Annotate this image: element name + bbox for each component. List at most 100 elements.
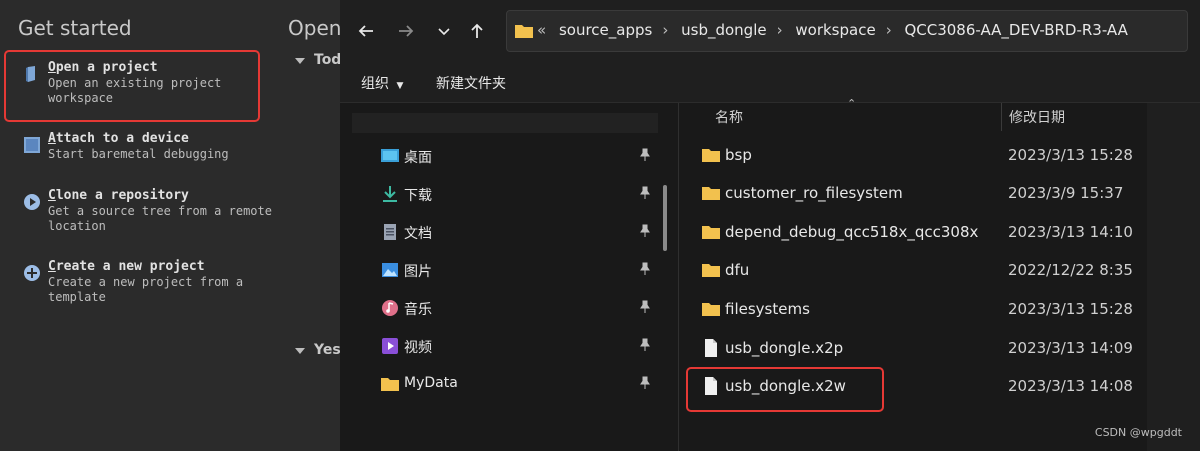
breadcrumb: « source_apps › usb_dongle › workspace › QC… (537, 21, 1136, 39)
chevron-down-icon (438, 28, 450, 36)
quick-access-label: MyData (404, 375, 458, 391)
file-row[interactable]: dfu 2022/12/22 8:35 (699, 256, 1139, 286)
folder-icon (702, 303, 720, 316)
quick-access-label: 下载 (404, 188, 432, 204)
quick-access-desktop[interactable]: 桌面 (380, 143, 660, 169)
collapse-today-icon[interactable] (295, 58, 305, 64)
clone-repository-desc: Get a source tree from a remote location (48, 204, 272, 233)
quick-access-downloads[interactable]: 下载 (380, 181, 660, 207)
file-row[interactable]: depend_debug_qcc518x_qcc308x 2023/3/13 1… (699, 218, 1139, 248)
file-explorer-dialog: « source_apps › usb_dongle › workspace › QC… (340, 0, 1200, 451)
section-today[interactable]: Tod (314, 52, 341, 68)
nav-pane-scrollbar[interactable] (663, 163, 667, 393)
clone-repository-title: Clone a repository (48, 188, 189, 203)
attach-device-title: Attach to a device (48, 131, 189, 146)
command-bar: 组织 ▼ 新建文件夹 (340, 62, 1200, 103)
create-project-desc: Create a new project from a template (48, 275, 244, 304)
collapse-yesterday-icon[interactable] (295, 348, 305, 354)
file-name: bsp (725, 146, 752, 164)
breadcrumb-separator-icon: › (885, 21, 892, 39)
open-recent-title: Open (288, 16, 342, 40)
section-yesterday[interactable]: Yes (314, 342, 341, 358)
desktop-icon (381, 149, 399, 162)
file-name: depend_debug_qcc518x_qcc308x (725, 223, 979, 241)
file-date: 2023/3/13 15:28 (1008, 146, 1133, 164)
pin-icon[interactable] (638, 300, 652, 314)
sort-ascending-icon: ⌃ (847, 97, 857, 110)
dropdown-arrow-icon: ▼ (396, 81, 404, 91)
create-project-action[interactable]: Create a new project Create a new projec… (22, 259, 322, 309)
file-list: ⌃ 名称 修改日期 bsp 2023/3/13 15:28 customer_r… (679, 97, 1147, 451)
file-row[interactable]: filesystems 2023/3/13 15:28 (699, 295, 1139, 325)
recent-locations-button[interactable] (431, 18, 457, 44)
open-project-highlight (4, 50, 260, 122)
navigation-pane: 桌面 下载 文档 图片 音乐 视频 MyData (340, 103, 678, 451)
create-project-title: Create a new project (48, 259, 205, 274)
video-icon (382, 338, 398, 354)
clone-icon (24, 194, 40, 210)
up-button[interactable] (464, 18, 490, 44)
breadcrumb-item[interactable]: usb_dongle (681, 21, 766, 39)
folder-icon (702, 226, 720, 239)
file-icon (705, 339, 717, 357)
breadcrumb-item[interactable]: QCC3086-AA_DEV-BRD-R3-AA (904, 21, 1127, 39)
right-scroll-area (1147, 103, 1200, 451)
folder-icon (515, 25, 533, 38)
pin-icon[interactable] (638, 148, 652, 162)
breadcrumb-separator-icon: › (662, 21, 669, 39)
file-date: 2023/3/13 15:28 (1008, 300, 1133, 318)
column-separator[interactable] (1001, 103, 1002, 131)
quick-access-pictures[interactable]: 图片 (380, 257, 660, 283)
breadcrumb-overflow[interactable]: « (537, 21, 546, 39)
file-row[interactable]: customer_ro_filesystem 2023/3/9 15:37 (699, 179, 1139, 209)
nav-pane-top-section (352, 113, 658, 133)
file-name: dfu (725, 261, 750, 279)
pin-icon[interactable] (638, 262, 652, 276)
breadcrumb-separator-icon: › (776, 21, 783, 39)
file-date: 2023/3/9 15:37 (1008, 184, 1124, 202)
pin-icon[interactable] (638, 338, 652, 352)
attach-device-desc: Start baremetal debugging (48, 147, 229, 161)
quick-access-label: 图片 (404, 264, 432, 280)
navigation-bar: « source_apps › usb_dongle › workspace › QC… (340, 0, 1200, 62)
clone-repository-action[interactable]: Clone a repository Get a source tree fro… (22, 188, 322, 238)
quick-access-videos[interactable]: 视频 (380, 333, 660, 359)
pin-icon[interactable] (638, 186, 652, 200)
quick-access-documents[interactable]: 文档 (380, 219, 660, 245)
back-button[interactable] (353, 18, 379, 44)
file-row[interactable]: usb_dongle.x2p 2023/3/13 14:09 (699, 334, 1139, 364)
watermark: CSDN @wpgddt (1094, 426, 1182, 439)
file-name: customer_ro_filesystem (725, 184, 903, 202)
document-icon (384, 224, 396, 240)
quick-access-label: 桌面 (404, 150, 432, 166)
quick-access-label: 视频 (404, 340, 432, 356)
folder-icon (381, 378, 399, 391)
pin-icon[interactable] (638, 224, 652, 238)
file-date: 2023/3/13 14:10 (1008, 223, 1133, 241)
file-date: 2023/3/13 14:09 (1008, 339, 1133, 357)
breadcrumb-item[interactable]: source_apps (559, 21, 652, 39)
folder-icon (702, 149, 720, 162)
column-header-name[interactable]: 名称 (715, 107, 743, 127)
arrow-left-icon (358, 25, 373, 37)
new-folder-button[interactable]: 新建文件夹 (436, 73, 506, 93)
quick-access-mydata[interactable]: MyData (380, 371, 660, 397)
breadcrumb-item[interactable]: workspace (795, 21, 875, 39)
pin-icon[interactable] (638, 376, 652, 390)
music-icon (382, 300, 398, 316)
scrollbar-thumb[interactable] (663, 185, 667, 251)
attach-device-action[interactable]: Attach to a device Start baremetal debug… (22, 131, 322, 171)
file-row[interactable]: bsp 2023/3/13 15:28 (699, 141, 1139, 171)
ide-welcome-panel: Get started Open Open a project Open an … (0, 0, 342, 451)
pictures-icon (382, 263, 398, 277)
organize-button[interactable]: 组织 ▼ (361, 73, 403, 93)
column-header-date[interactable]: 修改日期 (1009, 107, 1065, 127)
quick-access-music[interactable]: 音乐 (380, 295, 660, 321)
device-icon (24, 137, 40, 153)
file-date: 2022/12/22 8:35 (1008, 261, 1133, 279)
forward-button[interactable] (393, 18, 419, 44)
folder-icon (702, 187, 720, 200)
quick-access-label: 文档 (404, 226, 432, 242)
arrow-right-icon (399, 25, 414, 37)
address-bar[interactable]: « source_apps › usb_dongle › workspace › QC… (506, 10, 1188, 52)
